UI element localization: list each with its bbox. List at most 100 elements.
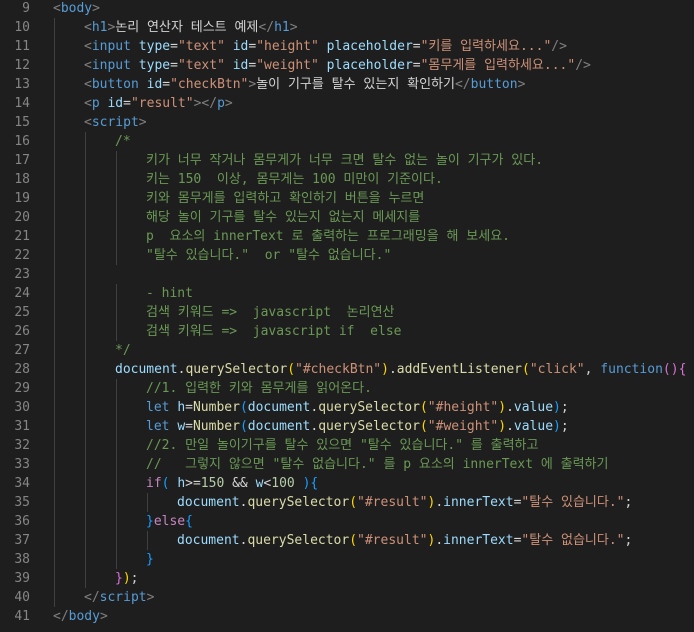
code-token: function (600, 362, 663, 377)
line-number: 31 (14, 419, 30, 434)
code-line[interactable]: <script> (53, 113, 694, 132)
indent-guide (54, 322, 55, 341)
code-token: /* (115, 134, 131, 149)
code-line[interactable]: 키와 몸무게를 입력하고 확인하기 버튼을 누르면 (53, 189, 694, 208)
indent-guide (85, 398, 86, 417)
code-token: . (506, 419, 514, 434)
indent-guide (85, 341, 86, 360)
code-editor[interactable]: 9 10 11 12 13 14 15 16 17 18 19 20 21 22 23 24 25 26 27 28 2… (0, 0, 694, 632)
indent-guide (54, 341, 55, 360)
code-line[interactable]: document.querySelector("#checkBtn").addE… (53, 360, 694, 379)
code-line[interactable]: </body> (53, 607, 694, 626)
code-token: "탈수 있습니다." (521, 495, 625, 510)
code-token: ></ (193, 96, 218, 111)
code-line[interactable]: 검색 키워드 => javascript if else (53, 322, 694, 341)
code-token: ) (553, 419, 561, 434)
code-token: script (91, 115, 139, 130)
code-token: w (177, 419, 186, 434)
indent-guide (116, 550, 117, 569)
indent-guide (85, 474, 86, 493)
code-line[interactable]: let h=Number(document.querySelector("#he… (53, 398, 694, 417)
code-line[interactable]: <body> (53, 0, 694, 18)
code-token: < (84, 20, 92, 35)
code-line[interactable]: if( h>=150 && w<100 ){ (53, 474, 694, 493)
code-token: </ (84, 590, 100, 605)
code-token: document (115, 362, 178, 377)
code-line[interactable]: 검색 키워드 => javascript 논리연산 (53, 303, 694, 322)
code-token: > (224, 96, 233, 111)
code-line[interactable]: } (53, 550, 694, 569)
indent-guide (54, 75, 55, 94)
code-line[interactable]: <input type="text" id="height" placehold… (53, 37, 694, 56)
code-token: querySelector (247, 533, 350, 548)
line-number: 15 (14, 115, 30, 130)
code-line[interactable]: //1. 입력한 키와 몸무게를 읽어온다. (53, 379, 694, 398)
code-line[interactable]: */ (53, 341, 694, 360)
code-token: > (146, 590, 155, 605)
code-token: document (247, 419, 311, 434)
code-line[interactable]: <h1>논리 연산자 테스트 예제</h1> (53, 18, 694, 37)
code-line[interactable]: "탈수 있습니다." or "탈수 없습니다." (53, 246, 694, 265)
code-token: 해당 놀이 기구를 탈수 있는지 없는지 메세지를 (146, 210, 421, 225)
code-token: */ (115, 343, 131, 358)
indent-guide (116, 303, 117, 322)
code-token: p (217, 96, 225, 111)
code-line[interactable]: document.querySelector("#result").innerT… (53, 531, 694, 550)
code-line[interactable]: /* (53, 132, 694, 151)
code-line[interactable]: }); (53, 569, 694, 588)
indent-guide (85, 455, 86, 474)
line-number: 39 (14, 571, 30, 586)
code-token: ( (239, 400, 248, 415)
indent-guide (54, 208, 55, 227)
code-line[interactable]: 해당 놀이 기구를 탈수 있는지 없는지 메세지를 (53, 208, 694, 227)
indent-guide (147, 493, 148, 512)
code-token: = (185, 419, 193, 434)
code-line[interactable]: p 요소의 innerText 로 출력하는 프로그래밍을 해 보세요. (53, 227, 694, 246)
code-area[interactable]: <body> <h1>논리 연산자 테스트 예제</h1> <input type=… (53, 0, 694, 626)
code-token: = (185, 400, 193, 415)
indent-guide (54, 417, 55, 436)
code-line[interactable]: let w=Number(document.querySelector("#we… (53, 417, 694, 436)
code-token: "키를 입력하세요..." (420, 39, 552, 54)
code-token: "#weight" (427, 419, 499, 434)
code-line[interactable]: <input type="text" id="weight" placehold… (53, 56, 694, 75)
code-token: = (412, 58, 421, 73)
indent-guide (85, 493, 86, 512)
indent-guide (116, 379, 117, 398)
code-token: 키와 몸무게를 입력하고 확인하기 버튼을 누르면 (146, 191, 425, 206)
code-token: script (99, 590, 147, 605)
code-line[interactable]: - hint (53, 284, 694, 303)
line-number: 27 (14, 343, 30, 358)
code-line[interactable]: //2. 만일 놀이기구를 탈수 있으면 "탈수 있습니다." 를 출력하고 (53, 436, 694, 455)
code-line[interactable]: document.querySelector("#result").innerT… (53, 493, 694, 512)
code-line[interactable]: </script> (53, 588, 694, 607)
indent-guide (116, 455, 117, 474)
indent-guide (54, 132, 55, 151)
code-token: "#result" (357, 495, 428, 510)
code-token: ) (381, 362, 389, 377)
indent-guide (85, 436, 86, 455)
line-number: 36 (14, 514, 30, 529)
code-line[interactable]: }else{ (53, 512, 694, 531)
indent-guide (54, 227, 55, 246)
code-line[interactable]: <button id="checkBtn">놀이 기구를 탈수 있는지 확인하기… (53, 75, 694, 94)
indent-guide (54, 474, 55, 493)
code-token: > (517, 77, 526, 92)
code-line[interactable]: <p id="result"></p> (53, 94, 694, 113)
code-line[interactable]: 키가 너무 작거나 몸무게가 너무 크면 탈수 없는 놀이 기구가 있다. (53, 151, 694, 170)
code-line[interactable]: 키는 150 이상, 몸무게는 100 미만이 기준이다. (53, 170, 694, 189)
code-line[interactable]: // 그렇지 않으면 "탈수 없습니다." 를 p 요소의 innerText … (53, 455, 694, 474)
line-number: 33 (14, 457, 30, 472)
indent-guide (85, 265, 86, 284)
code-line[interactable] (53, 265, 694, 284)
code-token: querySelector (185, 362, 288, 377)
code-token: . (435, 495, 444, 510)
code-token: > (138, 115, 147, 130)
code-token: id (232, 58, 249, 73)
code-token: Number (192, 419, 240, 434)
line-number: 29 (14, 381, 30, 396)
code-token: button (91, 77, 139, 92)
indent-guide (54, 18, 55, 37)
